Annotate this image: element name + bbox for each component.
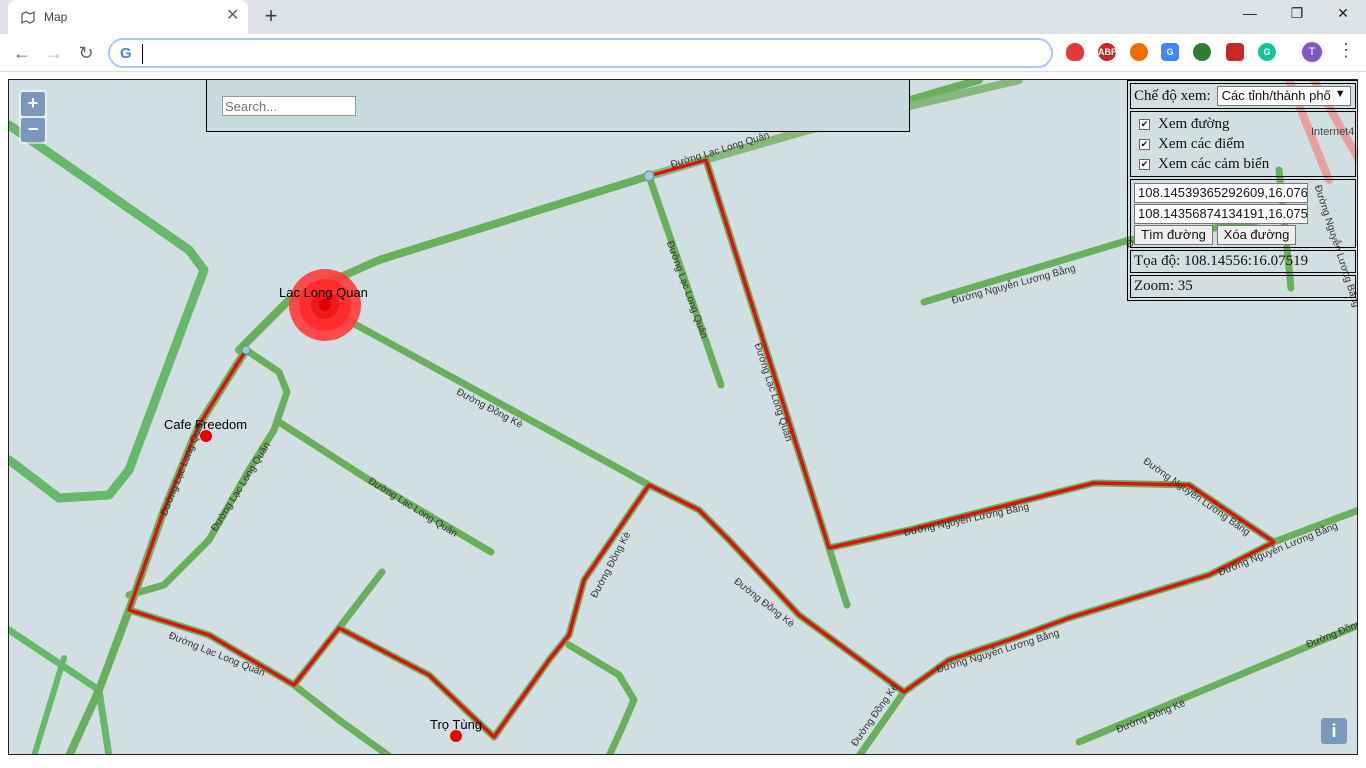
search-panel [206,80,910,132]
route-box: 108.14539365292609,16.07614 108.14356874… [1130,179,1356,248]
tab-title: Map [44,10,68,24]
browser-toolbar: ← → ↻ G ABP G G T ⋮ [0,34,1366,72]
minimize-icon[interactable]: — [1240,5,1260,21]
toggle-sensors-label: Xem các cảm biến [1158,155,1270,172]
zoom-readout: Zoom: 35 [1134,278,1193,294]
tab-bar: Map ✕ + — ❐ ✕ [0,0,1366,34]
road-segment [335,568,386,632]
road-segment [290,681,392,754]
road-segment [125,346,291,599]
sensor-label: Lac Long Quan [279,285,368,300]
end-coord-input[interactable]: 108.14356874134191,16.07592 [1134,204,1308,224]
profile-avatar[interactable]: T [1302,42,1322,62]
road-segment [31,655,67,754]
toggle-points[interactable]: ✔ Xem các điểm [1134,134,1352,154]
red-ext-icon[interactable] [1226,43,1244,61]
coordinate-readout: Tọa độ: 108.14556:16.07519 [1134,253,1309,269]
checkbox-roads[interactable]: ✔ [1139,118,1150,130]
orange-ext-icon[interactable] [1130,43,1148,61]
chevron-down-icon: ▼ [1334,88,1346,100]
road-segment [565,641,638,754]
zoom-control: + − [19,90,47,144]
route-end-marker [241,345,251,355]
zoom-out-button[interactable]: − [21,118,45,142]
new-tab-button[interactable]: + [260,5,282,27]
close-window-icon[interactable]: ✕ [1333,5,1353,22]
checkbox-sensors[interactable]: ✔ [1139,158,1150,170]
view-mode-value: Các tỉnh/thành phố [1221,88,1331,103]
checkbox-points[interactable]: ✔ [1139,138,1150,150]
google-icon: G [120,45,132,62]
tab-close-icon[interactable]: ✕ [226,8,239,24]
clear-route-button[interactable]: Xóa đường [1216,225,1297,245]
map-canvas[interactable]: Lac Long Quan Cafe Freedom Trọ Tùng Inte… [8,79,1358,755]
view-mode-label: Chế độ xem: [1134,87,1211,104]
road-segment [490,481,653,741]
translate-ext-icon[interactable]: G [1161,43,1179,61]
tab-map[interactable]: Map ✕ [8,0,248,34]
coordinate-box: Tọa độ: 108.14556:16.07519 [1130,250,1356,273]
poi-label-tro[interactable]: Trọ Tùng [430,717,482,732]
view-mode-select[interactable]: Các tỉnh/thành phố ▼ [1216,86,1351,106]
route-start-marker [643,170,655,182]
control-panel: Chế độ xem: Các tỉnh/thành phố ▼ ✔ Xem đ… [1127,80,1357,301]
toggle-roads[interactable]: ✔ Xem đường [1134,114,1352,134]
find-route-button[interactable]: Tìm đường [1134,225,1213,245]
url-input[interactable] [142,44,1022,64]
layer-toggles: ✔ Xem đường ✔ Xem các điểm ✔ Xem các cảm… [1130,111,1356,177]
road-segment [9,120,209,503]
address-bar[interactable]: G [108,38,1053,68]
toggle-roads-label: Xem đường [1158,115,1230,132]
sensor-marker [289,269,361,341]
zoom-in-button[interactable]: + [21,92,45,116]
back-icon[interactable]: ← [10,41,34,65]
abp-ext-icon[interactable]: ABP [1098,43,1117,61]
search-input[interactable] [222,96,356,116]
zoom-box: Zoom: 35 [1130,275,1356,298]
toggle-points-label: Xem các điểm [1158,135,1245,152]
grammarly-ext-icon[interactable]: G [1258,43,1276,61]
road-segment [65,346,250,754]
forward-icon[interactable]: → [42,41,66,65]
shield-ext-icon[interactable] [1066,43,1084,61]
restore-icon[interactable]: ❐ [1287,5,1307,22]
info-button[interactable]: i [1321,718,1347,744]
start-coord-input[interactable]: 108.14539365292609,16.07614 [1134,183,1308,203]
green-ext-icon[interactable] [1193,43,1211,61]
menu-icon[interactable]: ⋮ [1337,40,1355,61]
reload-icon[interactable]: ↻ [74,41,98,65]
toggle-sensors[interactable]: ✔ Xem các cảm biến [1134,154,1352,174]
view-mode-box: Chế độ xem: Các tỉnh/thành phố ▼ [1130,83,1356,109]
map-favicon-icon [21,10,35,25]
